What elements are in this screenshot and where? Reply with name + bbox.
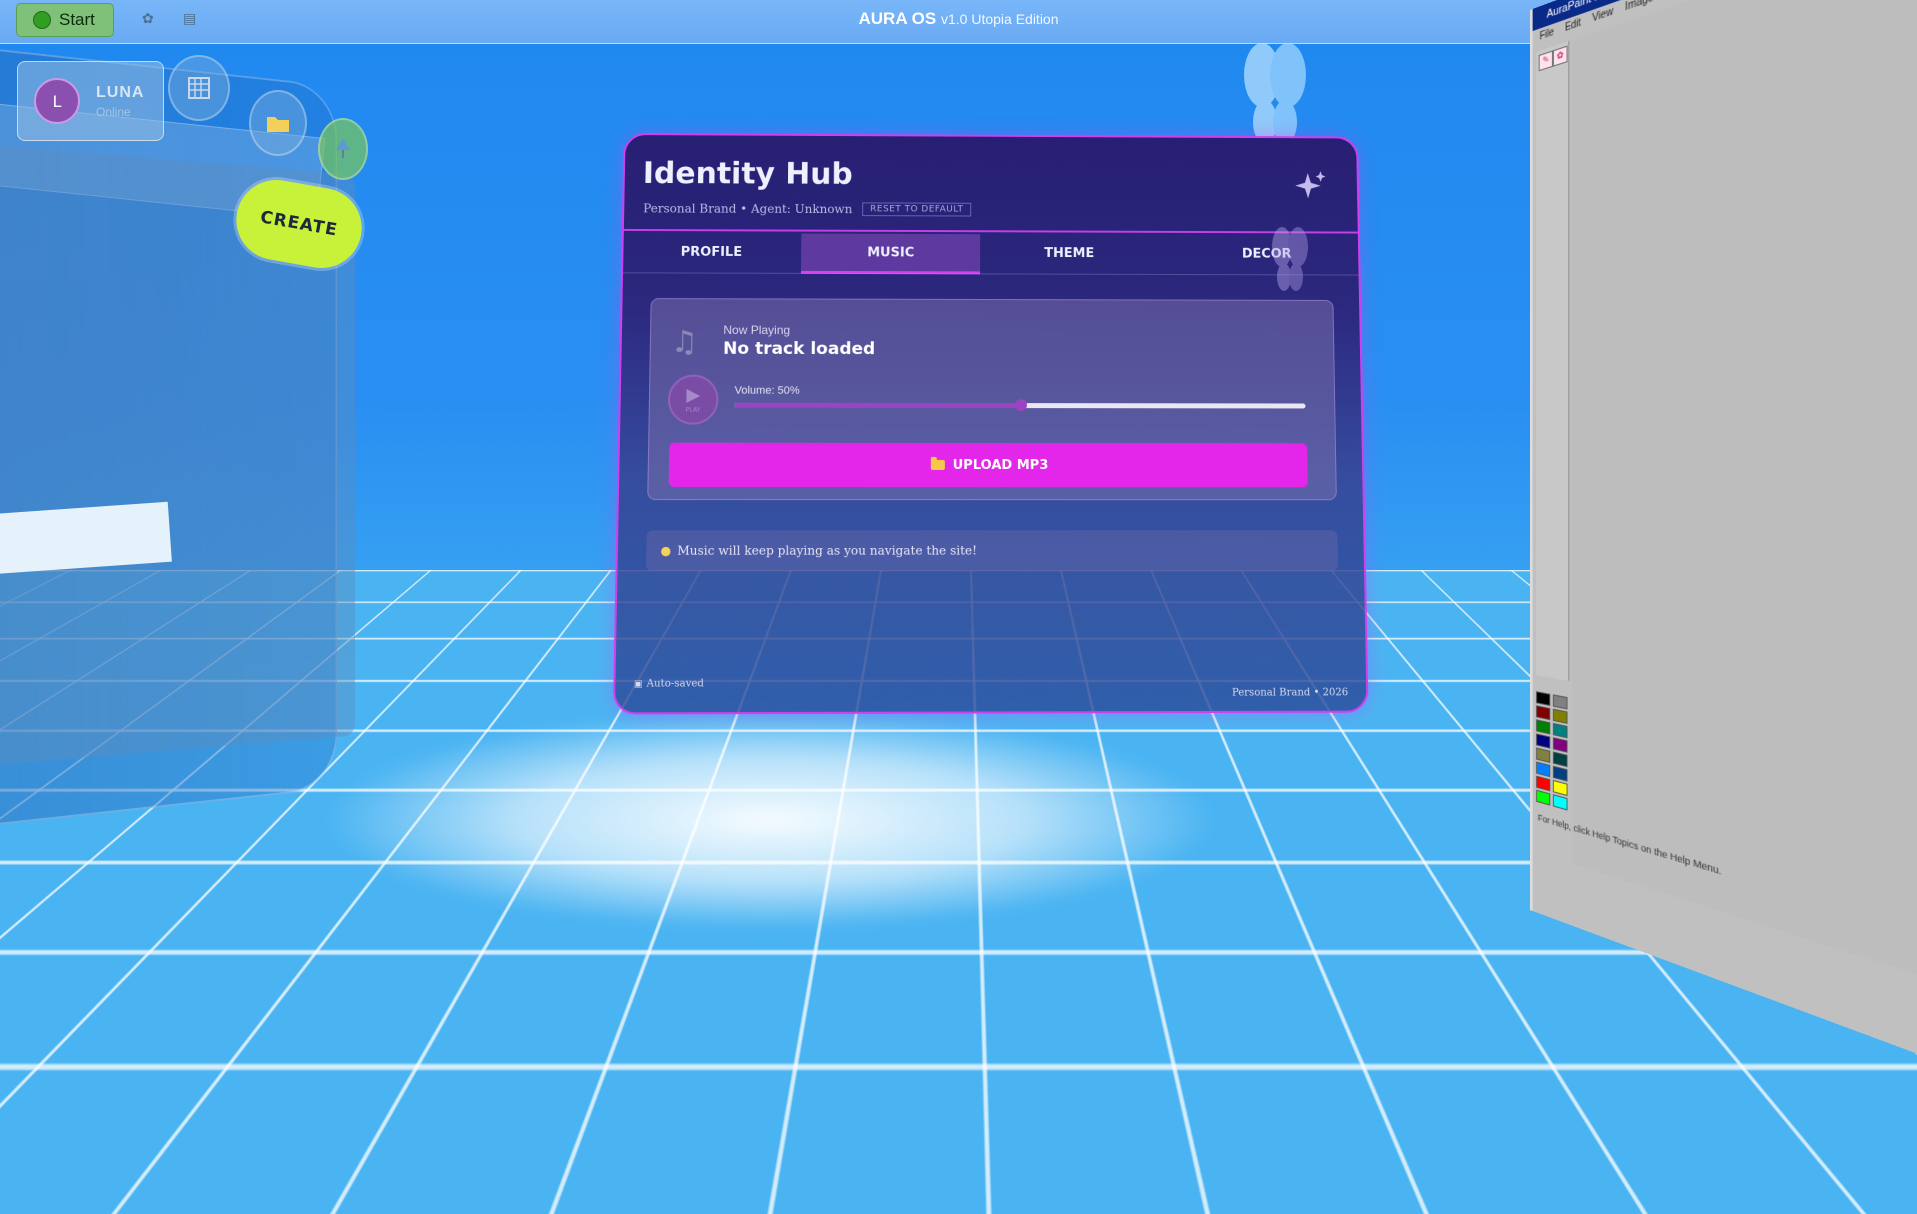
cloud xyxy=(320,710,1220,930)
color-palette xyxy=(1536,691,1568,811)
palette-swatch[interactable] xyxy=(1552,694,1568,710)
now-playing-label: Now Playing xyxy=(723,323,791,338)
palette-swatch[interactable] xyxy=(1536,733,1551,749)
tree-icon xyxy=(336,138,350,158)
folder-icon xyxy=(930,459,945,470)
dock-basket-icon[interactable] xyxy=(168,55,230,121)
hub-footer: Personal Brand • 2026 xyxy=(1231,687,1349,699)
os-name: AURA OS xyxy=(858,9,937,28)
palette-swatch[interactable] xyxy=(1536,775,1551,792)
palette-swatch[interactable] xyxy=(1552,779,1568,797)
reset-button[interactable]: RESET TO DEFAULT xyxy=(862,202,972,217)
autosave-status: ▣ Auto-saved xyxy=(634,678,704,689)
sparkle-icon[interactable] xyxy=(1294,169,1328,202)
identity-hub-window: Identity Hub Personal Brand • Agent: Unk… xyxy=(612,133,1369,715)
tab-music[interactable]: MUSIC xyxy=(800,233,981,275)
hub-title: Identity Hub xyxy=(642,156,853,192)
dock-folder-icon[interactable] xyxy=(249,90,307,156)
palette-swatch[interactable] xyxy=(1536,705,1551,721)
paint-canvas[interactable] xyxy=(1572,0,1917,1014)
palette-swatch[interactable] xyxy=(1552,708,1568,724)
tab-theme[interactable]: THEME xyxy=(980,234,1158,272)
butterfly-icon xyxy=(1244,43,1306,144)
user-card[interactable]: L LUNA Online xyxy=(17,61,164,141)
hub-subtitle: Personal Brand • Agent: Unknown xyxy=(643,201,853,217)
palette-swatch[interactable] xyxy=(1552,737,1568,753)
volume-fill xyxy=(734,402,1021,409)
lightbulb-icon: ● xyxy=(660,543,672,558)
user-status: Online xyxy=(96,105,131,119)
tab-profile[interactable]: PROFILE xyxy=(641,233,781,271)
volume-slider[interactable] xyxy=(734,399,1306,412)
paint-menu-edit[interactable]: Edit xyxy=(1565,14,1581,38)
play-label: PLAY xyxy=(685,406,701,414)
tab-decor[interactable]: DECOR xyxy=(1178,235,1356,273)
upload-mp3-button[interactable]: UPLOAD MP3 xyxy=(668,442,1308,488)
hub-subtitle-row: Personal Brand • Agent: Unknown RESET TO… xyxy=(643,201,972,217)
butterfly-small-icon xyxy=(1272,227,1308,291)
palette-swatch[interactable] xyxy=(1536,761,1551,778)
save-icon: ▣ xyxy=(633,678,643,690)
palette-swatch[interactable] xyxy=(1536,789,1551,806)
folder-icon xyxy=(267,117,289,132)
play-button[interactable]: ▶ PLAY xyxy=(667,374,719,425)
basket-icon xyxy=(188,77,210,99)
avatar: L xyxy=(34,78,80,124)
palette-swatch[interactable] xyxy=(1536,719,1551,735)
palette-swatch[interactable] xyxy=(1552,765,1568,782)
user-name: LUNA xyxy=(96,84,145,101)
tip-text: Music will keep playing as you navigate … xyxy=(677,543,977,558)
dock-tree-icon[interactable] xyxy=(318,118,368,180)
palette-swatch[interactable] xyxy=(1536,691,1551,707)
palette-swatch[interactable] xyxy=(1552,751,1568,768)
palette-swatch[interactable] xyxy=(1552,722,1568,739)
left-panel-input-bar[interactable] xyxy=(0,501,172,575)
palette-swatch[interactable] xyxy=(1552,794,1568,811)
pencil-icon[interactable]: ✎ xyxy=(1538,50,1553,72)
music-note-icon: ♫ xyxy=(670,324,699,360)
palette-swatch[interactable] xyxy=(1536,747,1551,763)
tab-bar: PROFILE MUSIC THEME DECOR xyxy=(641,233,1356,275)
autosave-text: Auto-saved xyxy=(646,678,705,690)
os-version: v1.0 Utopia Edition xyxy=(940,11,1059,27)
upload-label: UPLOAD MP3 xyxy=(952,457,1049,473)
paint-menu-file[interactable]: File xyxy=(1540,24,1554,47)
track-title: No track loaded xyxy=(722,338,876,360)
volume-thumb[interactable] xyxy=(1014,399,1027,412)
tip-box: ● Music will keep playing as you navigat… xyxy=(645,530,1339,571)
volume-label: Volume: 50% xyxy=(734,384,800,397)
play-icon: ▶ xyxy=(686,384,701,406)
brush-icon[interactable]: ✿ xyxy=(1552,45,1568,67)
paint-toolbox: ✎ ✿ xyxy=(1536,40,1570,681)
music-player-card: ♫ Now Playing No track loaded ▶ PLAY Vol… xyxy=(647,298,1337,501)
